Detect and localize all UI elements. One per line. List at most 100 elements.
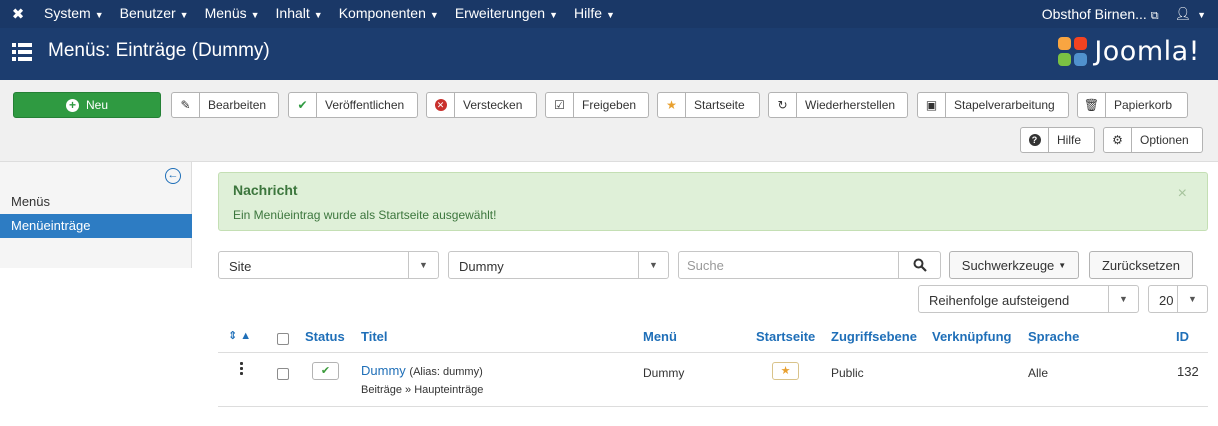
menu-select-value: Dummy — [459, 259, 504, 274]
sidebar-item-label: Menüs — [11, 194, 51, 209]
gear-icon: ⚙ — [1104, 128, 1132, 152]
joomla-small-icon[interactable]: ✖ — [0, 5, 36, 23]
column-language[interactable]: Sprache — [1028, 329, 1079, 344]
row-title-cell: Dummy (Alias: dummy) — [361, 363, 483, 378]
refresh-icon: ↻ — [769, 93, 797, 117]
checkin-button[interactable]: ☑ Freigeben — [545, 92, 649, 118]
reset-button[interactable]: Zurücksetzen — [1089, 251, 1193, 279]
ordering-select-value: Reihenfolge aufsteigend — [929, 293, 1070, 308]
caret-down-icon: ▼ — [1108, 286, 1138, 312]
checkbox-icon: ☑ — [546, 93, 574, 117]
help-button[interactable]: ? Hilfe — [1020, 127, 1095, 153]
caret-down-icon: ▼ — [179, 10, 189, 20]
column-link[interactable]: Verknüpfung — [932, 329, 1011, 344]
ordering-select[interactable]: Reihenfolge aufsteigend ▼ — [918, 285, 1139, 313]
menu-hilfe-label: Hilfe — [574, 5, 603, 21]
sidebar-item-menu-items[interactable]: Menüeinträge — [0, 214, 192, 238]
row-menu: Dummy — [643, 366, 685, 380]
close-message-icon[interactable]: × — [1178, 185, 1187, 203]
header-divider — [218, 352, 1208, 353]
column-title[interactable]: Titel — [361, 329, 388, 344]
site-link[interactable]: Obsthof Birnen... ⧉ — [1032, 6, 1169, 23]
edit-button[interactable]: ✎ Bearbeiten — [171, 92, 279, 118]
top-menu: System ▼ Benutzer ▼ Menüs ▼ Inhalt ▼ Kompone… — [36, 0, 623, 28]
message-heading: Nachricht — [233, 182, 298, 198]
limit-select[interactable]: 20 ▼ — [1148, 285, 1208, 313]
joomla-mark-icon — [1058, 36, 1088, 67]
column-id[interactable]: ID — [1176, 329, 1189, 344]
caret-down-icon: ▼ — [250, 10, 260, 20]
menu-system-label: System — [44, 5, 91, 21]
caret-down-icon: ▼ — [313, 10, 323, 20]
column-home[interactable]: Startseite — [756, 329, 815, 344]
rebuild-button-label: Wiederherstellen — [805, 98, 896, 112]
reset-button-label: Zurücksetzen — [1101, 257, 1181, 273]
home-button-label: Startseite — [694, 98, 745, 112]
column-access[interactable]: Zugriffsebene — [831, 329, 917, 344]
menu-system[interactable]: System ▼ — [36, 0, 112, 29]
trash-button-label: Papierkorb — [1114, 98, 1173, 112]
unpublish-icon: ✕ — [427, 93, 455, 117]
menu-inhalt-label: Inhalt — [275, 5, 310, 21]
external-link-icon: ⧉ — [1150, 9, 1159, 22]
search-tools-button[interactable]: Suchwerkzeuge ▼ — [949, 251, 1079, 279]
client-select[interactable]: Site ▼ — [218, 251, 439, 279]
unpublish-button-label: Verstecken — [463, 98, 523, 112]
limit-select-value: 20 — [1159, 293, 1174, 308]
rebuild-button[interactable]: ↻ Wiederherstellen — [768, 92, 908, 118]
published-status-button[interactable]: ✔ — [312, 362, 339, 380]
caret-down-icon: ▼ — [1177, 286, 1207, 312]
drag-handle-icon[interactable] — [240, 362, 244, 376]
default-home-star-icon[interactable]: ★ — [772, 362, 799, 380]
options-button-label: Optionen — [1140, 133, 1189, 147]
checkin-button-label: Freigeben — [582, 98, 637, 112]
menu-menus[interactable]: Menüs ▼ — [197, 0, 268, 29]
menu-komponenten[interactable]: Komponenten ▼ — [331, 0, 447, 29]
publish-button[interactable]: ✔ Veröffentlichen — [288, 92, 418, 118]
menu-select[interactable]: Dummy ▼ — [448, 251, 669, 279]
sidebar-item-menus[interactable]: Menüs — [0, 190, 192, 214]
question-icon: ? — [1021, 128, 1049, 152]
unpublish-button[interactable]: ✕ Verstecken — [426, 92, 537, 118]
search-input[interactable] — [687, 253, 887, 277]
row-title-link[interactable]: Dummy — [361, 363, 406, 378]
row-path: Beiträge » Haupteinträge — [361, 384, 484, 396]
top-navbar: ✖ System ▼ Benutzer ▼ Menüs ▼ Inhalt ▼ Kompo… — [0, 0, 1218, 28]
home-button[interactable]: ★ Startseite — [657, 92, 760, 118]
menu-hilfe[interactable]: Hilfe ▼ — [566, 0, 623, 29]
row-checkbox[interactable] — [277, 368, 289, 380]
select-all-checkbox[interactable] — [277, 333, 289, 345]
search-button[interactable] — [898, 251, 941, 279]
new-button[interactable]: + Neu — [13, 92, 161, 118]
batch-button[interactable]: ▣ Stapelverarbeitung — [917, 92, 1069, 118]
list-icon — [12, 43, 32, 61]
batch-button-label: Stapelverarbeitung — [954, 98, 1055, 112]
caret-down-icon: ▼ — [1058, 260, 1067, 270]
page-title: Menüs: Einträge (Dummy) — [48, 40, 270, 61]
sidebar: ← Menüs Menüeinträge — [0, 162, 192, 268]
search-field — [678, 251, 899, 279]
joomla-logo: Joomla! — [1058, 36, 1200, 67]
menu-benutzer[interactable]: Benutzer ▼ — [112, 0, 197, 29]
collapse-sidebar-icon[interactable]: ← — [165, 168, 181, 184]
caret-down-icon: ▼ — [408, 252, 438, 278]
caret-down-icon: ▼ — [94, 10, 104, 20]
column-status[interactable]: Status — [305, 329, 345, 344]
help-button-label: Hilfe — [1057, 133, 1082, 147]
menu-inhalt[interactable]: Inhalt ▼ — [268, 0, 331, 29]
caret-down-icon: ▼ — [606, 10, 615, 20]
ordering-sort-icon[interactable]: ⇕ ▲ — [228, 329, 251, 342]
column-menu[interactable]: Menü — [643, 329, 677, 344]
user-menu[interactable]: 👤︎ ▼ — [1169, 6, 1218, 22]
menu-erweiterungen[interactable]: Erweiterungen ▼ — [447, 0, 566, 29]
row-alias: (Alias: dummy) — [409, 366, 483, 378]
user-icon: 👤︎ — [1174, 6, 1192, 21]
options-button[interactable]: ⚙ Optionen — [1103, 127, 1203, 153]
star-icon: ★ — [658, 93, 686, 117]
sidebar-item-label: Menüeinträge — [11, 218, 91, 233]
trash-button[interactable]: 🗑︎ Papierkorb — [1077, 92, 1188, 118]
trash-icon: 🗑︎ — [1078, 93, 1106, 117]
caret-down-icon: ▼ — [638, 252, 668, 278]
search-icon — [913, 258, 927, 272]
caret-down-icon: ▼ — [429, 10, 439, 20]
